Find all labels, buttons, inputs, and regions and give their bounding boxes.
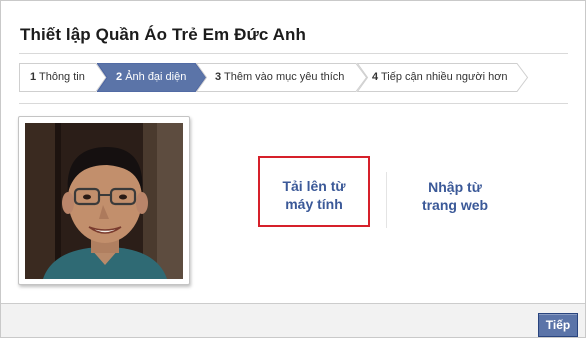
profile-picture-frame: [18, 116, 190, 285]
upload-from-computer-line1: Tải lên từ: [282, 178, 346, 194]
import-from-web-line2: trang web: [421, 197, 489, 213]
step-breadcrumb: 1 Thông tin 2 Ảnh đại diện 3 Thêm vào mụ…: [19, 63, 529, 92]
profile-photo-image: [25, 123, 183, 279]
step-4-reach-more[interactable]: 4 Tiếp cận nhiều người hơn: [357, 63, 529, 92]
step-3-favorites[interactable]: 3 Thêm vào mục yêu thích: [196, 63, 368, 92]
setup-dialog: Thiết lập Quần Áo Trẻ Em Đức Anh 1 Thông…: [0, 0, 586, 338]
import-from-web-line1: Nhập từ: [428, 179, 482, 195]
step-2-label: Ảnh đại diện: [125, 71, 187, 83]
import-from-web-link[interactable]: Nhập từ trang web: [405, 178, 505, 214]
profile-picture: [25, 123, 183, 279]
title-divider: [19, 53, 568, 54]
steps-divider: [19, 103, 568, 104]
upload-from-computer-line2: máy tính: [285, 196, 343, 212]
options-divider: [386, 172, 387, 228]
step-3-number: 3: [215, 71, 222, 83]
upload-from-computer-highlight: Tải lên từ máy tính: [258, 156, 370, 227]
step-4-label: Tiếp cận nhiều người hơn: [380, 71, 508, 83]
step-2-profile-picture[interactable]: 2 Ảnh đại diện: [97, 63, 207, 92]
step-1-label: Thông tin: [38, 71, 85, 83]
step-3-label: Thêm vào mục yêu thích: [223, 71, 345, 83]
dialog-footer: Tiếp: [1, 303, 585, 337]
dialog-title: Thiết lập Quần Áo Trẻ Em Đức Anh: [20, 25, 306, 44]
step-2-number: 2: [116, 71, 123, 83]
step-4-number: 4: [372, 71, 379, 83]
next-button[interactable]: Tiếp: [538, 313, 578, 337]
upload-from-computer-link[interactable]: Tải lên từ máy tính: [260, 177, 368, 213]
step-1-info[interactable]: 1 Thông tin: [19, 63, 107, 92]
step-1-number: 1: [30, 71, 37, 83]
